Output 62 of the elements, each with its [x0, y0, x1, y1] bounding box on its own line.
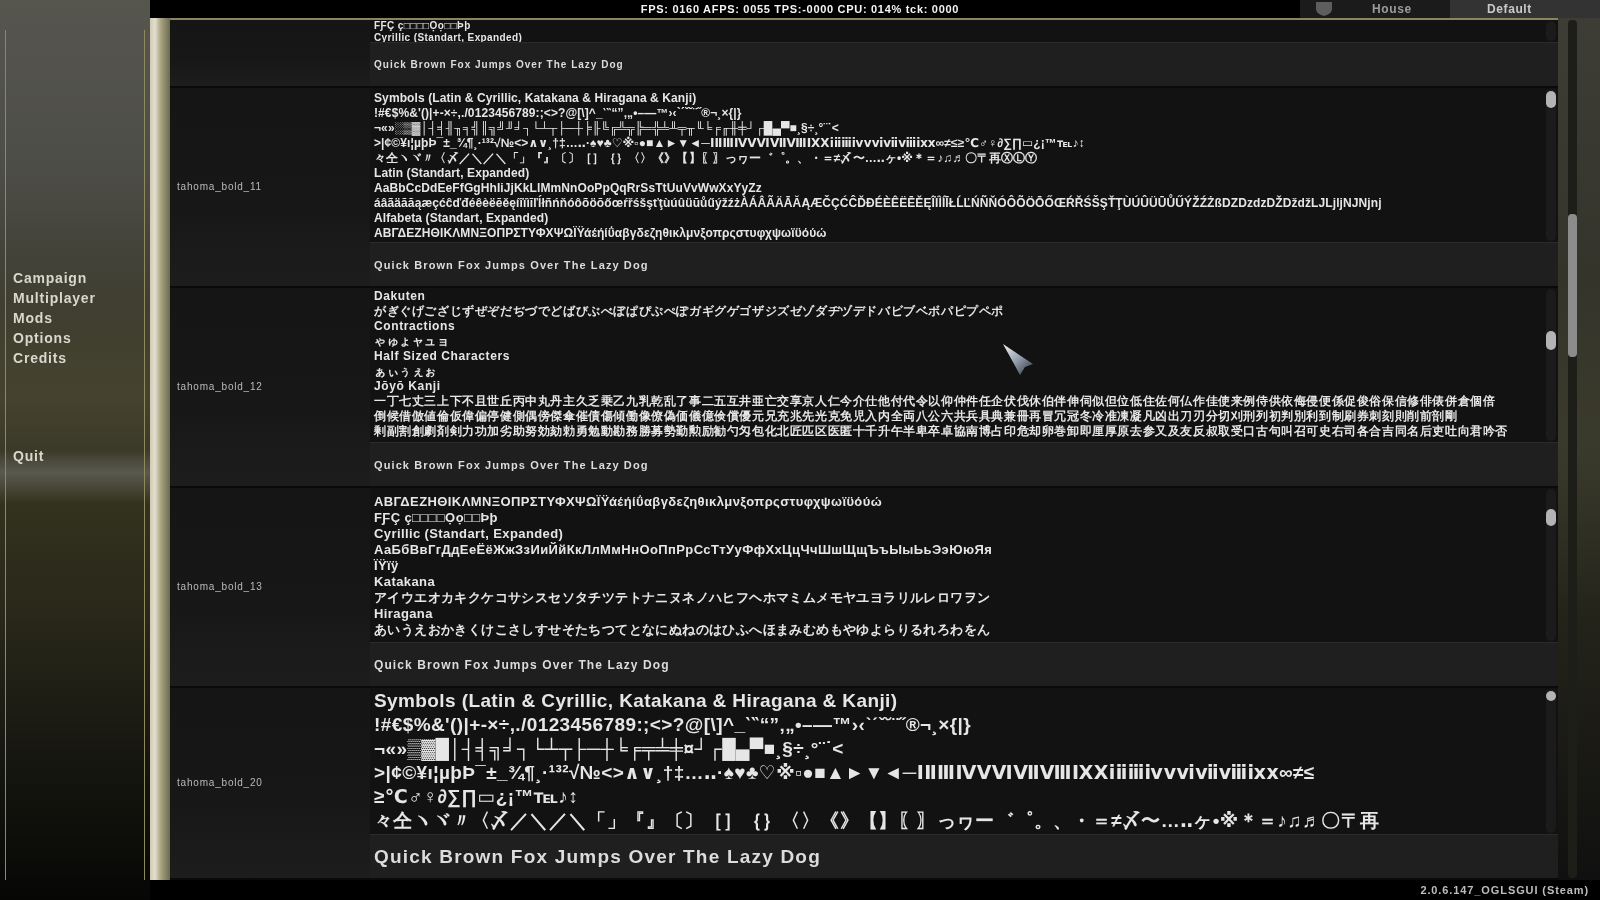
sample-text-line: FƑÇ ç□□□□Ọọ□□Þþ [374, 510, 498, 526]
sample-text-line: ¬«»░▒▓│┤╡╢╖╕╣║╗╝╜╛┐└┴┬├─┼╞╟╚╔╩╦╠═╬╧╨╤╥╙╘╒╓╫╪┘┌█▄▀■¸§÷¸°¨˙< [374, 121, 839, 136]
fps-readout: FPS: 0160 AFPS: 0055 TPS:-0000 CPU: 014% tck: 0000 [640, 2, 960, 16]
scrollbar-thumb[interactable] [1568, 214, 1577, 357]
sample-text-line: !#€$%&'()|+-×÷,./0123456789:;<>?@[\]^_‵‶“”‚„•–—™›‹ˋˊˇ˘¨˝®¬¸×{|} [374, 713, 972, 737]
sample-text-line: Dakuten [374, 289, 426, 304]
sample-text-line: アイウエオカキクケコサシスセソタチツテトナニヌネノハヒフヘホマミムメモヤユヨラリルレロワヲン [374, 590, 991, 606]
sample-text-line: Jōyō Kanji [374, 379, 441, 394]
header-tab[interactable]: Default [1450, 0, 1600, 18]
font-name-label: tahoma_bold_12 [177, 381, 263, 393]
sample-text-line: AaBbCcDdEeFfGgHhIiJjKkLlMmNnOoPpQqRrSsTtUuVvWwXxYyZz [374, 181, 762, 196]
sample-text-line: 々仝ヽヾ〃〈〆／＼／＼「」『』〔〕［］｛｝〈〉《》【】〖〗っヮー゛゜。、・＝≠〆〜…‥ヶ•※＊＝♪♫♬〇〒再 [374, 809, 1380, 833]
sample-text-line: 一丁七丈三上下不且世丘丙中丸丹主久乏乗乙九乳乾乱了事二五互井亜亡交享京人仁今介仕他付代令以仰仲件任企伏伐休伯伴伸伺似但位低住佐何仏作佳使来例侍供依侮侵便係促俊俗保信修俳俵併倉個倍 [374, 394, 1496, 409]
sample-text-line: Hiragana [374, 606, 433, 622]
scrollbar-thumb[interactable] [1546, 509, 1556, 526]
menu-item[interactable]: Options [13, 328, 72, 348]
sample-text-line: ¬«»▒▓█│┤╡╗╛┐└┴┬├─┼╘╒╤╧╪¤┘┌█▄▀■¸§÷¸°¨˙< [374, 737, 844, 761]
sample-text-line: Alfabeta (Standart, Expanded) [374, 211, 549, 226]
sample-text-line: ÏŸïÿ [374, 558, 399, 574]
preview-text: Quick Brown Fox Jumps Over The Lazy Dog [374, 59, 624, 70]
preview-text: Quick Brown Fox Jumps Over The Lazy Dog [374, 845, 821, 868]
menu-item[interactable]: Credits [13, 348, 67, 368]
sample-text-line: 剰副割創劇剤剣力功加劣助努効劾勅勇勉動勘務勝募勢勤勲励勧勺匁包化北匠匹区医匿十千升午半卑卒卓協南博占印危却卵巻卸即厘厚原去参又及友反叔取受口古句叫召可史右司各合吉同名后吏吐向君吟否 [374, 424, 1508, 439]
font-name-label: tahoma_bold_13 [177, 581, 263, 593]
preview-text: Quick Brown Fox Jumps Over The Lazy Dog [374, 258, 649, 271]
preview-text: Quick Brown Fox Jumps Over The Lazy Dog [374, 657, 670, 672]
menu-item[interactable]: Multiplayer [13, 288, 96, 308]
scrollbar-thumb[interactable] [1546, 331, 1556, 350]
sample-text-line: ゃゅょャュョ [374, 334, 450, 349]
header-tab[interactable]: House [1300, 0, 1450, 18]
sample-text-line: АаБбВвГгДдЕеЁёЖжЗзИиЙйКкЛлМмНнОоПпРрСсТтУуФфХхЦцЧчШшЩщЪъЫыЬьЭэЮюЯя [374, 542, 993, 558]
sample-text-line: >|¢©¥ı¦µþÞ¯±_¾¶¸·¹³²√№<>∧∨¸†‡…‥·♠♥♣♡※▫●■▲►▼◄─ⅠⅡⅢⅣⅤⅥⅦⅧⅨⅩⅰⅱⅲⅳⅴⅵⅶⅷⅸⅹ∞≠≤ [374, 761, 1315, 785]
preview-text: Quick Brown Fox Jumps Over The Lazy Dog [374, 458, 649, 471]
version-label: 2.0.6.147_OGLSGUI (Steam) [1420, 883, 1589, 897]
menu-item[interactable]: Quit [13, 446, 45, 466]
sample-text-line: がぎぐげござじずぜぞだぢづでどばびぶべぼぱぴぷぺぽガギグゲゴザジズゼゾダヂヅデドバビブベボパピプペポ [374, 304, 1004, 319]
sample-text-line: Cyrillic (Standart, Expanded) [374, 526, 564, 542]
shield-icon [1316, 2, 1332, 16]
sample-text-line: あいうえおかきくけこさしすせそたちつてとなにぬねのはひふへほまみむめもやゆよらりるれろわをん [374, 622, 991, 638]
menu-item[interactable]: Campaign [13, 268, 88, 288]
font-name-label: tahoma_bold_11 [177, 181, 262, 193]
sample-text-line: ≥℃♂♀∂∑∏▭¿¡™℡♪↕ [374, 785, 579, 809]
sample-text-line: Symbols (Latin & Cyrillic, Katakana & Hiragana & Kanji) [374, 91, 697, 106]
cursor-icon [1003, 344, 1033, 375]
sample-text-line: 々仝ヽヾ〃〈〆／＼／＼「」『』〔〕［］｛｝〈〉《》【】〖〗っヮー゛゜。、・＝≠〆〜…‥ヶ•※＊＝♪♫♬〇〒再ⓍⓁⓎ [374, 151, 1038, 166]
sample-text-line: Latin (Standart, Expanded) [374, 166, 530, 181]
sample-text-line: >|¢©¥ı¦µþÞ¯±_¾¶¸·¹³²√№<>∧∨¸†‡…‥·♠♥♣♡※▫●■▲►▼◄─ⅠⅡⅢⅣⅤⅥⅦⅧⅨⅩⅰⅱⅲⅳⅴⅵⅶⅷⅸⅹ∞≠≤≥℃♂♀∂∑∏▭¿¡™℡♪↕ [374, 136, 1085, 151]
sample-text-line: ΑΒΓΔΕΖΗΘΙΚΛΜΝΞΟΠΡΣΤΥΦΧΨΩΪΫάέήίΰαβγδεζηθικλμνξοπρςστυφχψωϊϋόύώ [374, 226, 827, 241]
sample-text-line: Katakana [374, 574, 435, 590]
menu-item[interactable]: Mods [13, 308, 53, 328]
sample-text-line: !#€$%&'()|+-×÷,./0123456789:;<>?@[\]^_‵‶“”‚„•–—™›‹ˋˊˇ˘¨˝®¬¸×{|} [374, 106, 742, 121]
sample-text-line: Half Sized Characters [374, 349, 510, 364]
font-name-label: tahoma_bold_20 [177, 777, 263, 789]
sample-text-line: Symbols (Latin & Cyrillic, Katakana & Hiragana & Kanji) [374, 689, 898, 713]
sample-text-line: áâãäāăąæçćĉďđéêèëēěęíîïìīľĺłñńňóôõöōőœŕřśšşťţùúûüūůűýžźżÀÁÂÃÄĀĂĄÆČÇĆĈĎĐÉÈÊËĒĚĘÎÏÌÍĪŁĹĽŃÑŇÓÔÕÖŌŐŒŔŘŚŠŞŤŢÙÚÛÜŪŮŰÝŽŹŻßDZDzdzDŽDždžLJLjljNJNjnj [374, 196, 1382, 211]
sample-text-line: ぁぃぅぇぉ [374, 364, 437, 379]
sample-text-line: Contractions [374, 319, 456, 334]
sample-text-line: 倒候借倣値倫仮偉偏停健側偶傍傑傘催債傷傾働像僚偽価儀億倹償優元兄充兆先光克免児入内全両八公六共兵具典兼冊再冒冗冠冬冷准凍凝凡凶出刀刃分切刈刑列初判別利到制刷券刺刻則削前剖剛 [374, 409, 1458, 424]
scrollbar-thumb[interactable] [1546, 91, 1556, 108]
sample-text-line: FƑÇ ç□□□□Ọọ□□Þþ [374, 20, 471, 32]
sample-text-line: ΑΒΓΔΕΖΗΘΙΚΛΜΝΞΟΠΡΣΤΥΦΧΨΩΪΫάέήίΰαβγδεζηθικλμνξοπρςστυφχψωϊϋόύώ [374, 494, 883, 510]
scrollbar-thumb[interactable] [1546, 691, 1556, 701]
